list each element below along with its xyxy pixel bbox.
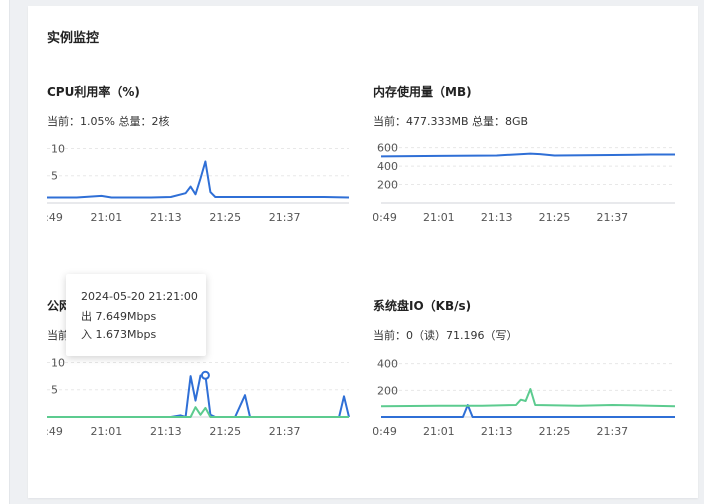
tooltip-in-value: 1.673Mbps [95, 328, 157, 341]
series-line [380, 388, 676, 408]
tooltip-time: 2024-05-20 21:21:00 [81, 290, 198, 303]
x-tick-label: 21:25 [539, 211, 571, 224]
tooltip-out-value: 7.649Mbps [95, 310, 157, 323]
memory-current-value: 477.333MB [406, 115, 469, 128]
x-tick-label: 21:25 [209, 425, 241, 438]
x-tick-label: 21:13 [150, 425, 182, 438]
memory-panel-title: 内存使用量（MB) [373, 85, 472, 99]
x-tick-label: 21:25 [209, 211, 241, 224]
memory-current-label: 当前： [373, 115, 406, 128]
x-tick-label: 21:25 [539, 425, 571, 438]
x-tick-label: 20:49 [47, 211, 63, 224]
cpu-current: 当前：1.05% 总量：2核 [47, 113, 169, 129]
monitor-card: 实例监控 CPU利用率（%) 当前：1.05% 总量：2核 10520:4921… [28, 6, 698, 498]
x-tick-label: 21:37 [269, 211, 301, 224]
y-tick-label: 400 [377, 358, 398, 371]
network-chart[interactable]: 10 5 20:49 21:01 21:13 21:25 21:37 [47, 349, 357, 449]
y-tick-label: 200 [377, 179, 398, 192]
x-tick-label: 21:13 [481, 425, 513, 438]
y-tick-label: 600 [377, 142, 398, 155]
memory-chart[interactable]: 600 400 200 20:49 21:01 21:13 21:25 21:37 [373, 135, 683, 235]
series-line [47, 406, 349, 418]
x-tick-label: 21:01 [423, 211, 455, 224]
hover-point-marker [200, 370, 210, 380]
disk-panel-title: 系统盘IO（KB/s) [373, 299, 472, 313]
disk-chart[interactable]: 400 200 20:49 21:01 21:13 21:25 21:37 [373, 349, 683, 449]
cpu-panel: CPU利用率（%) 当前：1.05% 总量：2核 10 5 20:49 21:01 21… [47, 83, 357, 253]
memory-panel: 内存使用量（MB) 当前：477.333MB 总量：8GB 600 400 200 2… [373, 83, 683, 253]
x-tick-label: 20:49 [47, 425, 63, 438]
tooltip-out-row: 出 7.649Mbps [81, 308, 156, 324]
cpu-panel-title: CPU利用率（%) [47, 85, 140, 99]
memory-total-label: 总量： [472, 115, 506, 128]
disk-panel: 系统盘IO（KB/s) 当前：0（读）71.196（写） 400 200 20:49… [373, 297, 683, 467]
disk-current-label: 当前： [373, 329, 406, 342]
x-tick-label: 20:49 [373, 425, 397, 438]
x-tick-label: 21:37 [596, 425, 628, 438]
x-tick-label: 21:01 [91, 211, 123, 224]
cpu-total-value: 2核 [151, 115, 170, 128]
series-line [380, 152, 675, 158]
disk-current: 当前：0（读）71.196（写） [373, 327, 518, 343]
tooltip-out-label: 出 [81, 310, 92, 323]
x-tick-label: 21:01 [423, 425, 455, 438]
y-tick-label: 200 [377, 384, 398, 397]
section-title: 实例监控 [47, 31, 100, 46]
left-sidebar-edge [0, 0, 10, 504]
y-tick-label: 5 [51, 170, 58, 183]
cpu-current-value: 1.05% [80, 115, 115, 128]
x-tick-label: 21:37 [596, 211, 628, 224]
y-tick-label: 10 [51, 142, 65, 155]
disk-current-value: 0（读）71.196（写） [406, 329, 518, 342]
cpu-current-label: 当前： [47, 115, 80, 128]
cpu-total-label: 总量： [118, 115, 152, 128]
memory-current: 当前：477.333MB 总量：8GB [373, 113, 528, 129]
y-tick-label: 400 [377, 160, 398, 173]
y-tick-label: 5 [51, 384, 58, 397]
memory-total-value: 8GB [505, 115, 529, 128]
cpu-chart[interactable]: 10 5 20:49 21:01 21:13 21:25 21:37 [47, 135, 357, 235]
tooltip-in-label: 入 [81, 328, 92, 341]
x-tick-label: 20:49 [373, 211, 397, 224]
y-tick-label: 10 [51, 356, 65, 369]
x-tick-label: 21:01 [91, 425, 123, 438]
tooltip-in-row: 入 1.673Mbps [81, 326, 156, 342]
x-tick-label: 21:13 [481, 211, 513, 224]
series-line [47, 160, 350, 199]
chart-tooltip: 2024-05-20 21:21:00 出 7.649Mbps 入 1.673M… [66, 274, 206, 356]
x-tick-label: 21:13 [150, 211, 182, 224]
x-tick-label: 21:37 [269, 425, 301, 438]
